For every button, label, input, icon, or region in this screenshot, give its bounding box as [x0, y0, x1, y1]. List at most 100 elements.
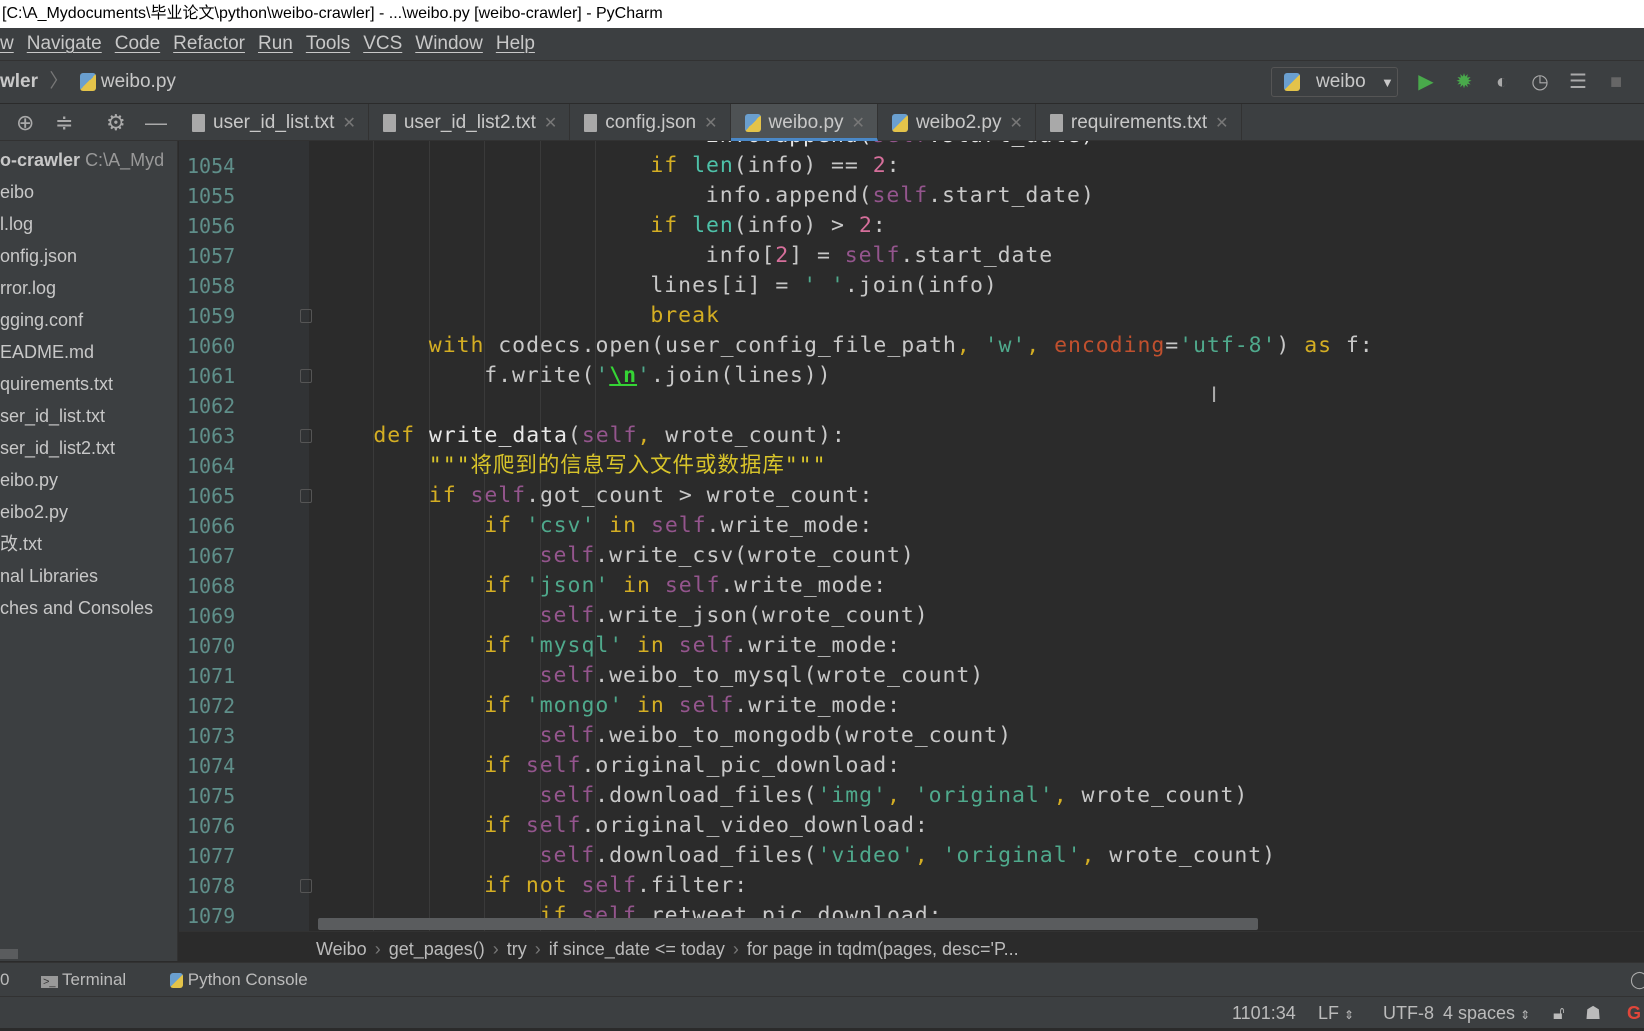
tool-window-python-console[interactable]: Python Console: [170, 963, 308, 997]
concurrency-icon[interactable]: ☰: [1566, 70, 1590, 94]
code-token: .original_video_download:: [581, 813, 929, 838]
code-token: 2: [858, 213, 873, 238]
tree-item[interactable]: eibo2.py: [0, 497, 68, 527]
nav-file[interactable]: weibo.py: [101, 71, 176, 92]
tool-window-fragment[interactable]: 0: [0, 963, 9, 997]
project-root[interactable]: o-crawler C:\A_Myd: [0, 145, 164, 175]
code-token: ': [595, 363, 610, 388]
menu-code[interactable]: Code: [115, 33, 160, 54]
close-icon[interactable]: ✕: [544, 115, 557, 132]
code-token: (info) ==: [733, 153, 873, 178]
tree-item[interactable]: ser_id_list2.txt: [0, 433, 115, 463]
tree-item[interactable]: eibo: [0, 177, 34, 207]
line-number: 1068: [187, 574, 236, 598]
tree-item[interactable]: rror.log: [0, 273, 56, 303]
code-token: self: [581, 423, 638, 448]
fold-marker-icon[interactable]: [300, 309, 312, 323]
fold-marker-icon[interactable]: [300, 429, 312, 443]
tree-item[interactable]: nal Libraries: [0, 561, 98, 591]
breadcrumb-item[interactable]: for page in tqdm(pages, desc='P...: [747, 939, 1019, 959]
code-token: self: [539, 783, 596, 808]
sidebar-scrollbar[interactable]: [0, 949, 18, 959]
locate-icon[interactable]: ⊕: [16, 104, 34, 141]
event-log-icon[interactable]: ◯: [1630, 963, 1644, 997]
close-icon[interactable]: ✕: [1010, 115, 1023, 132]
code-token: as: [1304, 333, 1346, 358]
menu-refactor[interactable]: Refactor: [173, 33, 245, 54]
close-icon[interactable]: ✕: [1215, 115, 1228, 132]
file-encoding[interactable]: UTF-8: [1383, 997, 1434, 1029]
code-token: if not: [484, 873, 582, 898]
menu-navigate[interactable]: Navigate: [27, 33, 102, 54]
breadcrumb-item[interactable]: if since_date <= today: [549, 939, 725, 959]
menu-window[interactable]: Window: [415, 33, 483, 54]
tree-item[interactable]: quirements.txt: [0, 369, 113, 399]
lock-icon[interactable]: 🔓︎: [1553, 997, 1565, 1029]
code-token: if: [650, 153, 693, 178]
fold-marker-icon[interactable]: [300, 879, 312, 893]
run-config-select[interactable]: weibo ▼: [1271, 67, 1398, 97]
tool-window-terminal[interactable]: >_ Terminal: [41, 963, 126, 999]
code-editor[interactable]: I info.append(self.start_date)if len(inf…: [309, 141, 1644, 931]
fold-marker-icon[interactable]: [300, 369, 312, 383]
breadcrumb-item[interactable]: try: [507, 939, 527, 959]
code-token: self: [525, 753, 582, 778]
minimize-icon[interactable]: —: [145, 104, 167, 141]
tree-item[interactable]: ser_id_list.txt: [0, 401, 105, 431]
code-token: ): [1276, 333, 1305, 358]
indent-setting[interactable]: 4 spaces ⇕: [1443, 997, 1530, 1031]
tab-weibo-py[interactable]: weibo.py ✕: [730, 104, 878, 141]
code-token: if: [484, 753, 526, 778]
profile-icon[interactable]: ◷: [1528, 70, 1552, 94]
gear-icon[interactable]: ⚙: [106, 104, 126, 141]
tab-weibo2-py[interactable]: weibo2.py ✕: [878, 104, 1036, 141]
line-separator[interactable]: LF ⇕: [1318, 997, 1354, 1031]
close-icon[interactable]: ✕: [342, 115, 355, 132]
menu-help[interactable]: Help: [496, 33, 535, 54]
menu-run[interactable]: Run: [258, 33, 293, 54]
line-number: 1073: [187, 724, 236, 748]
tree-item[interactable]: 改.txt: [0, 529, 42, 559]
close-icon[interactable]: ✕: [704, 115, 717, 132]
breadcrumb-item[interactable]: get_pages(): [389, 939, 485, 959]
close-icon[interactable]: ✕: [852, 115, 865, 132]
debug-icon[interactable]: ✹: [1452, 70, 1476, 94]
code-token: :: [886, 153, 901, 178]
tree-item[interactable]: gging.conf: [0, 305, 83, 335]
indent-guide: [373, 141, 375, 931]
breadcrumb-item[interactable]: Weibo: [316, 939, 367, 959]
code-line: with codecs.open(user_config_file_path, …: [429, 331, 1374, 361]
line-number: 1061: [187, 364, 236, 388]
tab-user_id_list-txt[interactable]: user_id_list.txt ✕: [178, 104, 369, 141]
tree-item[interactable]: eibo.py: [0, 465, 58, 495]
inspector-icon[interactable]: ☗: [1585, 997, 1601, 1029]
google-icon[interactable]: G: [1627, 997, 1641, 1029]
nav-project[interactable]: wler: [0, 71, 38, 92]
code-line: """将爬到的信息写入文件或数据库""": [429, 451, 827, 481]
fold-marker-icon[interactable]: [300, 489, 312, 503]
tree-item[interactable]: EADME.md: [0, 337, 94, 367]
stop-icon[interactable]: ■: [1604, 70, 1628, 94]
tab-config-json[interactable]: config.json ✕: [570, 104, 731, 141]
code-token: .filter:: [637, 873, 749, 898]
line-number: 1069: [187, 604, 236, 628]
menu-tools[interactable]: Tools: [306, 33, 350, 54]
code-token: f:: [1345, 333, 1374, 358]
code-token: self: [539, 723, 596, 748]
horizontal-scrollbar[interactable]: [318, 918, 1258, 930]
menu-view[interactable]: w: [0, 33, 14, 54]
tab-user_id_list2-txt[interactable]: user_id_list2.txt ✕: [369, 104, 571, 141]
menu-vcs[interactable]: VCS: [363, 33, 402, 54]
caret-position[interactable]: 1101:34: [1232, 997, 1296, 1029]
code-token: self: [678, 693, 735, 718]
code-line: break: [650, 301, 719, 331]
coverage-icon[interactable]: ◐: [1490, 70, 1514, 94]
run-icon[interactable]: ▶: [1414, 70, 1438, 94]
tree-item[interactable]: l.log: [0, 209, 33, 239]
tree-item[interactable]: onfig.json: [0, 241, 77, 271]
collapse-icon[interactable]: ≑: [55, 104, 73, 141]
line-number: 1057: [187, 244, 236, 268]
code-token: .write_mode:: [734, 693, 902, 718]
tab-requirements-txt[interactable]: requirements.txt ✕: [1036, 104, 1242, 141]
tree-item[interactable]: ches and Consoles: [0, 593, 153, 623]
